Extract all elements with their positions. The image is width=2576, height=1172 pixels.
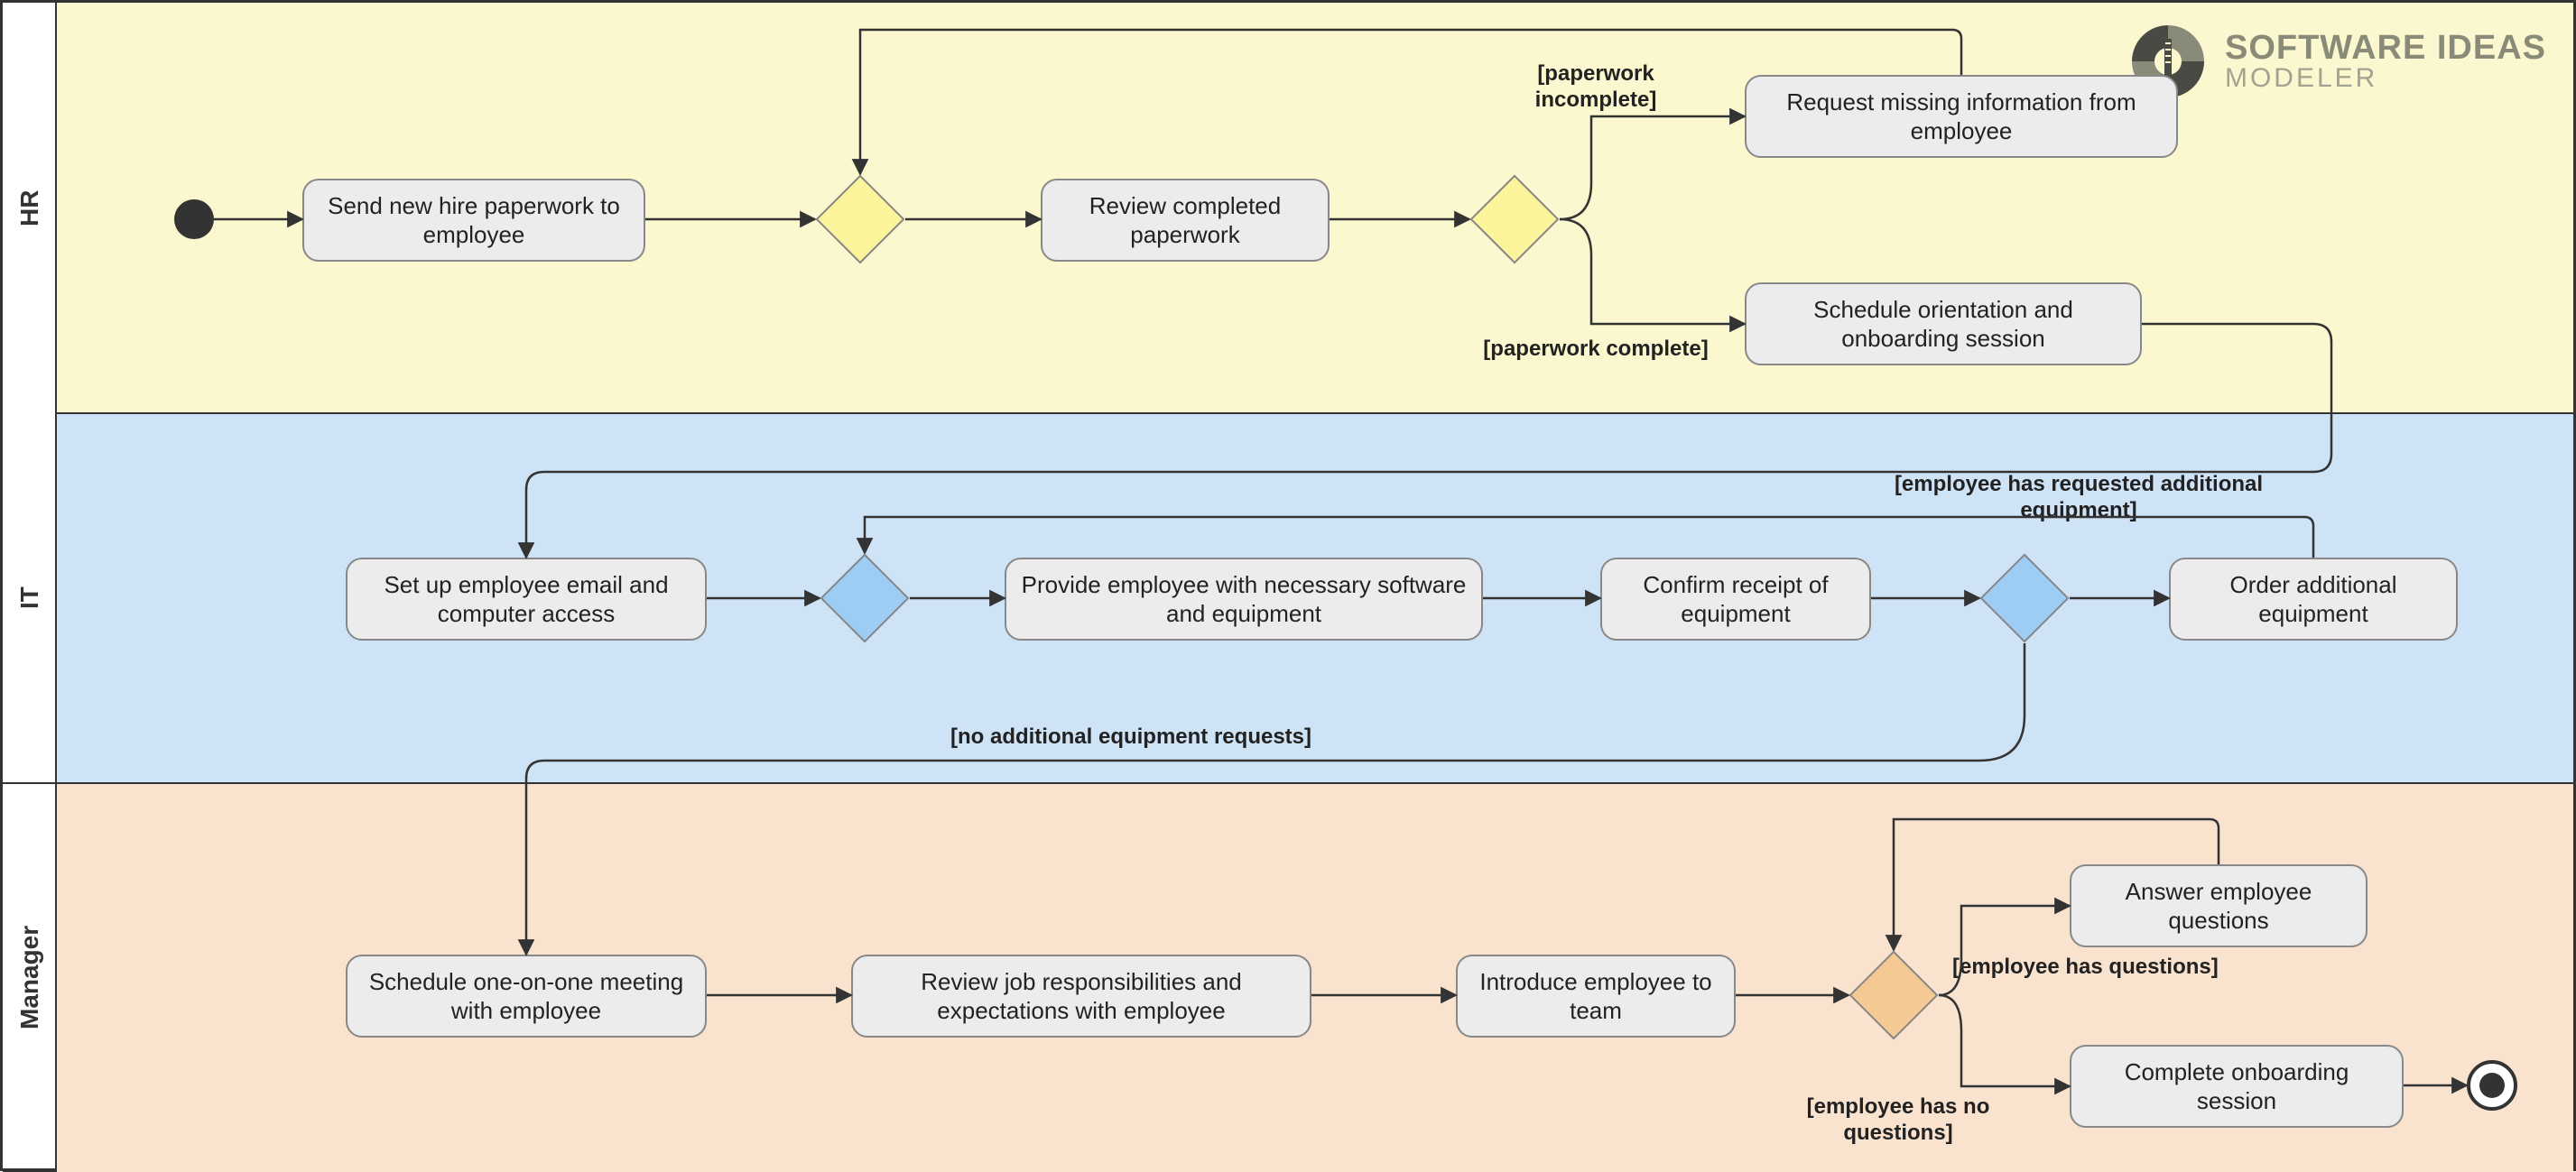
guard-has-questions: [employee has questions] [1952, 955, 2241, 981]
activity-hr-schedule-orientation: Schedule orientation and onboarding sess… [1745, 282, 2142, 365]
activity-mgr-complete-onboarding: Complete onboarding session [2070, 1045, 2404, 1128]
guard-paperwork-incomplete: [paperwork incomplete] [1483, 61, 1709, 114]
start-node [174, 199, 214, 239]
guard-paperwork-complete: [paperwork complete] [1483, 337, 1709, 363]
activity-it-order-additional: Order additional equipment [2169, 558, 2458, 641]
lane-label-manager: Manager [3, 784, 57, 1172]
activity-mgr-introduce-team: Introduce employee to team [1456, 955, 1736, 1038]
software-ideas-modeler-logo: SOFTWARE IDEAS MODELER [2127, 21, 2546, 102]
lane-label-hr: HR [3, 3, 57, 414]
activity-it-setup-access: Set up employee email and computer acces… [346, 558, 707, 641]
activity-hr-review-paperwork: Review completed paperwork [1041, 179, 1330, 262]
guard-no-equipment-req: [no additional equipment requests] [914, 724, 1348, 751]
end-node [2467, 1060, 2517, 1111]
logo-line2: MODELER [2225, 65, 2546, 92]
activity-it-provide-software: Provide employee with necessary software… [1005, 558, 1483, 641]
activity-hr-send-paperwork: Send new hire paperwork to employee [302, 179, 645, 262]
activity-it-confirm-receipt: Confirm receipt of equipment [1600, 558, 1871, 641]
activity-mgr-answer-questions: Answer employee questions [2070, 864, 2368, 947]
swimlane-activity-diagram: HR IT Manager SOFTWARE IDEAS MODELER Sen… [0, 0, 2576, 1171]
activity-hr-request-missing: Request missing information from employe… [1745, 75, 2178, 158]
activity-mgr-schedule-meeting: Schedule one-on-one meeting with employe… [346, 955, 707, 1038]
guard-no-questions: [employee has no questions] [1772, 1094, 2025, 1147]
lane-label-it: IT [3, 414, 57, 784]
logo-text: SOFTWARE IDEAS MODELER [2225, 31, 2546, 92]
activity-mgr-review-responsibilities: Review job responsibilities and expectat… [851, 955, 1311, 1038]
lane-label-column: HR IT Manager [3, 3, 57, 1168]
guard-has-equipment-req: [employee has requested additional equip… [1880, 472, 2277, 524]
logo-line1: SOFTWARE IDEAS [2225, 31, 2546, 65]
